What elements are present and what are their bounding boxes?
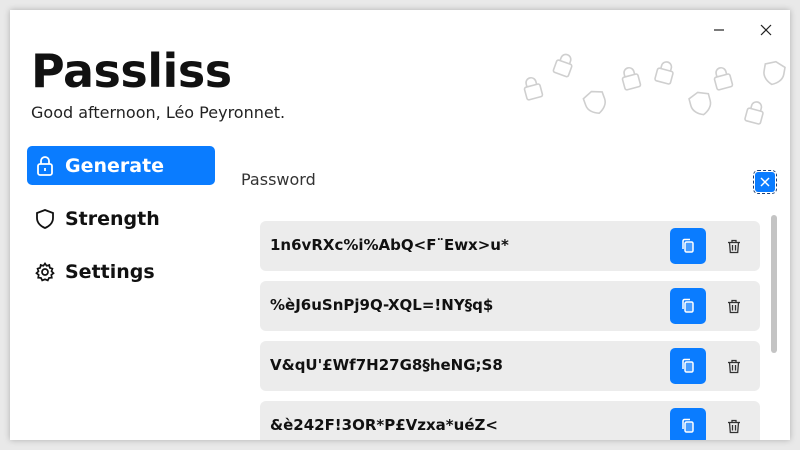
greeting-text: Good afternoon, Léo Peyronnet.	[31, 103, 286, 122]
app-window: Passliss Good afternoon, Léo Peyronnet.	[10, 10, 790, 440]
delete-button[interactable]	[722, 234, 746, 258]
copy-icon	[682, 358, 694, 373]
copy-button[interactable]	[670, 348, 706, 384]
close-window-button[interactable]	[751, 18, 781, 42]
gear-icon	[35, 261, 55, 282]
copy-button[interactable]	[670, 228, 706, 264]
nav-item-generate[interactable]: Generate	[27, 146, 215, 185]
password-row: 1n6vRXc%i%AbQ<F¨Ewx>u*	[260, 221, 760, 271]
password-text: V&qU'£Wf7H27G8§heNG;S8	[270, 356, 503, 374]
trash-icon	[728, 359, 740, 373]
password-text: &è242F!3OR*P£Vzxa*uéZ<	[270, 416, 498, 434]
lock-icon	[35, 155, 55, 176]
scrollbar-thumb[interactable]	[771, 215, 777, 353]
nav-item-label: Settings	[65, 260, 155, 283]
nav-item-settings[interactable]: Settings	[27, 252, 215, 291]
password-list: 1n6vRXc%i%AbQ<F¨Ewx>u* %èJ6uSnPj9Q-XQL=!…	[260, 221, 760, 440]
decorative-lock-shield-pattern	[523, 53, 786, 125]
clear-all-button[interactable]	[753, 170, 777, 194]
app-title: Passliss	[31, 44, 232, 98]
trash-icon	[728, 419, 740, 433]
trash-icon	[728, 239, 740, 253]
sidebar-nav: Generate Strength Settings	[27, 146, 215, 305]
password-section-label: Password	[241, 170, 316, 189]
copy-button[interactable]	[670, 288, 706, 324]
copy-button[interactable]	[670, 408, 706, 440]
minimize-icon	[714, 29, 724, 31]
password-row: %èJ6uSnPj9Q-XQL=!NY§q$	[260, 281, 760, 331]
delete-button[interactable]	[722, 354, 746, 378]
password-row: &è242F!3OR*P£Vzxa*uéZ<	[260, 401, 760, 440]
copy-icon	[682, 418, 694, 433]
delete-button[interactable]	[722, 294, 746, 318]
nav-item-label: Generate	[65, 154, 165, 177]
password-row: V&qU'£Wf7H27G8§heNG;S8	[260, 341, 760, 391]
shield-icon	[35, 208, 55, 229]
copy-icon	[682, 298, 694, 313]
nav-item-strength[interactable]: Strength	[27, 199, 215, 238]
trash-icon	[728, 299, 740, 313]
password-text: 1n6vRXc%i%AbQ<F¨Ewx>u*	[270, 236, 509, 254]
delete-button[interactable]	[722, 414, 746, 438]
copy-icon	[682, 238, 694, 253]
close-icon	[760, 24, 772, 36]
password-text: %èJ6uSnPj9Q-XQL=!NY§q$	[270, 296, 494, 314]
close-icon	[760, 177, 770, 187]
nav-item-label: Strength	[65, 207, 160, 230]
minimize-button[interactable]	[704, 18, 734, 42]
